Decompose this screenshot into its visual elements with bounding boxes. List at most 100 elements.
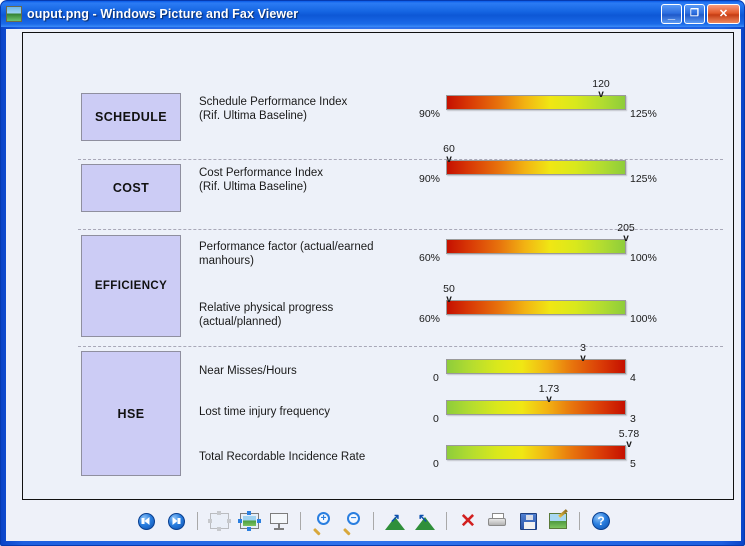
close-button[interactable]: ✕	[707, 4, 740, 24]
rotate-counterclockwise-button[interactable]: ↖	[413, 509, 437, 533]
image-file-icon	[6, 6, 22, 22]
gauge-marker: 1.73 v	[539, 384, 559, 405]
best-fit-button[interactable]	[207, 509, 231, 533]
gauge-marker: 5.78 v	[619, 429, 639, 450]
gauge-max-label: 125%	[630, 108, 657, 120]
gauge-max-label: 4	[630, 372, 636, 384]
gauge-min-label: 60%	[419, 313, 440, 325]
gauge-marker: 120 v	[592, 79, 610, 100]
gauge-max-label: 5	[630, 458, 636, 470]
app-window: ouput.png - Windows Picture and Fax View…	[0, 0, 745, 546]
start-slide-show-button[interactable]	[267, 509, 291, 533]
gauge-bar	[446, 300, 626, 315]
category-hse: HSE	[81, 351, 183, 476]
metric-label-line1: Near Misses/Hours	[199, 364, 414, 378]
category-label-schedule: SCHEDULE	[81, 93, 181, 141]
edit-button[interactable]	[546, 509, 570, 533]
category-cost: COST	[81, 164, 183, 212]
gauge-marker: 3 v	[580, 343, 586, 364]
zoom-in-sign: +	[317, 512, 330, 525]
zoom-out-button[interactable]: −	[340, 509, 364, 533]
gauge-schedule-spi: 90% 125% 120 v	[421, 81, 661, 127]
gauge-bar	[446, 445, 626, 460]
window-controls: _ ❐ ✕	[661, 4, 740, 24]
viewer-toolbar: + − ↗ ↖ ✕	[6, 501, 741, 541]
category-label-hse: HSE	[81, 351, 181, 476]
gauge-min-label: 60%	[419, 252, 440, 264]
rotate-counterclockwise-icon: ↖	[415, 513, 435, 530]
metric-label-line1: Lost time injury frequency	[199, 405, 414, 419]
actual-size-button[interactable]	[237, 509, 261, 533]
minimize-icon: _	[662, 5, 681, 23]
actual-size-icon	[240, 513, 259, 529]
gauge-efficiency-pf: 60% 100% 205 v	[421, 225, 661, 271]
metric-label-line2: (actual/planned)	[199, 315, 414, 329]
metric-label-schedule-spi: Schedule Performance Index (Rif. Ultima …	[199, 95, 414, 123]
chevron-down-icon: v	[619, 440, 639, 450]
category-label-efficiency: EFFICIENCY	[81, 235, 181, 337]
gauge-marker: 60 v	[443, 144, 455, 165]
help-icon: ?	[592, 512, 610, 530]
minimize-button[interactable]: _	[661, 4, 682, 24]
image-viewport[interactable]: SCHEDULE Schedule Performance Index (Rif…	[22, 32, 734, 500]
metric-label-hse-ltif: Lost time injury frequency	[199, 405, 414, 419]
category-efficiency: EFFICIENCY	[81, 235, 183, 337]
metric-label-hse-trir: Total Recordable Incidence Rate	[199, 450, 414, 464]
gauge-cost-cpi: 90% 125% 60 v	[421, 146, 661, 192]
rotate-clockwise-button[interactable]: ↗	[383, 509, 407, 533]
slide-show-icon	[270, 512, 288, 530]
toolbar-separator	[579, 512, 580, 530]
toolbar-separator	[446, 512, 447, 530]
metric-label-line1: Cost Performance Index	[199, 166, 414, 180]
gauge-min-label: 0	[433, 413, 439, 425]
toolbar-separator	[300, 512, 301, 530]
gauge-bar	[446, 160, 626, 175]
toolbar-separator	[373, 512, 374, 530]
category-label-cost: COST	[81, 164, 181, 212]
print-button[interactable]	[486, 509, 510, 533]
copy-to-button[interactable]	[516, 509, 540, 533]
best-fit-icon	[210, 513, 229, 529]
help-button[interactable]: ?	[589, 509, 613, 533]
metric-label-cost-cpi: Cost Performance Index (Rif. Ultima Base…	[199, 166, 414, 194]
metric-label-efficiency-pf: Performance factor (actual/earned manhou…	[199, 240, 414, 268]
chevron-down-icon: v	[580, 354, 586, 364]
gauge-max-label: 3	[630, 413, 636, 425]
next-image-button[interactable]	[164, 509, 188, 533]
next-image-icon	[168, 513, 185, 530]
delete-icon: ✕	[460, 512, 476, 531]
previous-image-icon	[138, 513, 155, 530]
gauge-min-label: 90%	[419, 108, 440, 120]
zoom-in-icon: +	[313, 512, 331, 530]
window-title: ouput.png - Windows Picture and Fax View…	[27, 7, 298, 21]
zoom-out-icon: −	[343, 512, 361, 530]
metric-label-line2: manhours)	[199, 254, 414, 268]
metric-label-line1: Schedule Performance Index	[199, 95, 414, 109]
gauge-bar	[446, 359, 626, 374]
zoom-in-button[interactable]: +	[310, 509, 334, 533]
metric-label-line2: (Rif. Ultima Baseline)	[199, 180, 414, 194]
metric-label-line1: Total Recordable Incidence Rate	[199, 450, 414, 464]
metric-label-hse-near-misses: Near Misses/Hours	[199, 364, 414, 378]
gauge-marker: 205 v	[617, 223, 635, 244]
toolbar-separator	[197, 512, 198, 530]
gauge-bar	[446, 239, 626, 254]
chevron-down-icon: v	[592, 90, 610, 100]
metric-label-efficiency-rpp: Relative physical progress (actual/plann…	[199, 301, 414, 329]
gauge-max-label: 100%	[630, 252, 657, 264]
close-icon: ✕	[708, 5, 739, 23]
gauge-min-label: 0	[433, 372, 439, 384]
metric-label-line2: (Rif. Ultima Baseline)	[199, 109, 414, 123]
gauge-marker: 50 v	[443, 284, 455, 305]
previous-image-button[interactable]	[134, 509, 158, 533]
category-schedule: SCHEDULE	[81, 93, 183, 141]
gauge-hse-trir: 0 5 5.78 v	[421, 431, 661, 477]
gauge-max-label: 100%	[630, 313, 657, 325]
print-icon	[488, 513, 508, 529]
zoom-out-sign: −	[347, 512, 360, 525]
maximize-button[interactable]: ❐	[684, 4, 705, 24]
delete-button[interactable]: ✕	[456, 509, 480, 533]
chevron-down-icon: v	[617, 234, 635, 244]
title-bar[interactable]: ouput.png - Windows Picture and Fax View…	[1, 1, 744, 27]
gauge-max-label: 125%	[630, 173, 657, 185]
